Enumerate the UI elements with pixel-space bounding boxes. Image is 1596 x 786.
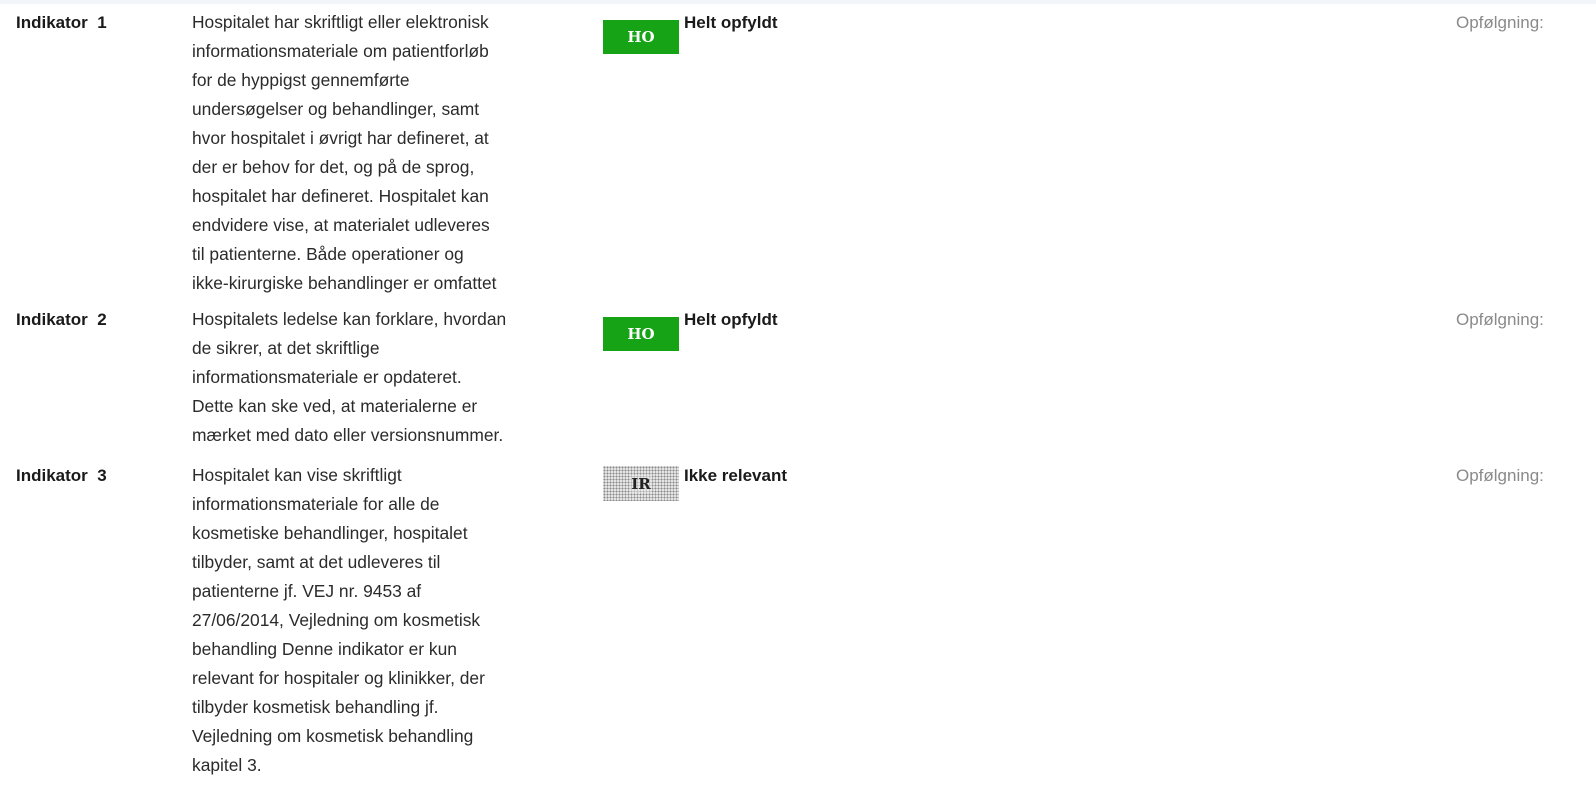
indicator-label: Indikator 2 [16,310,107,329]
followup-label: Opfølgning: [1456,310,1544,329]
status-badge-ir: IR [603,466,679,501]
status-badge-ho: HO [603,20,679,54]
followup-label: Opfølgning: [1456,466,1544,485]
indicator-label: Indikator 1 [16,13,107,32]
status-text: Helt opfyldt [684,13,778,32]
badge-text: HO [627,28,655,46]
status-text: Helt opfyldt [684,310,778,329]
indicator-description: Hospitalet har skriftligt eller elektron… [192,12,497,293]
badge-text: IR [630,474,652,493]
indicator-description: Hospitalets ledelse kan forklare, hvorda… [192,309,507,445]
badge-text: HO [627,325,655,343]
indicator-description: Hospitalet kan vise skriftligt informati… [192,465,485,775]
followup-label: Opfølgning: [1456,13,1544,32]
indicator-label: Indikator 3 [16,466,107,485]
status-text: Ikke relevant [684,466,788,485]
status-badge-ho: HO [603,317,679,351]
top-strip [0,0,1596,4]
